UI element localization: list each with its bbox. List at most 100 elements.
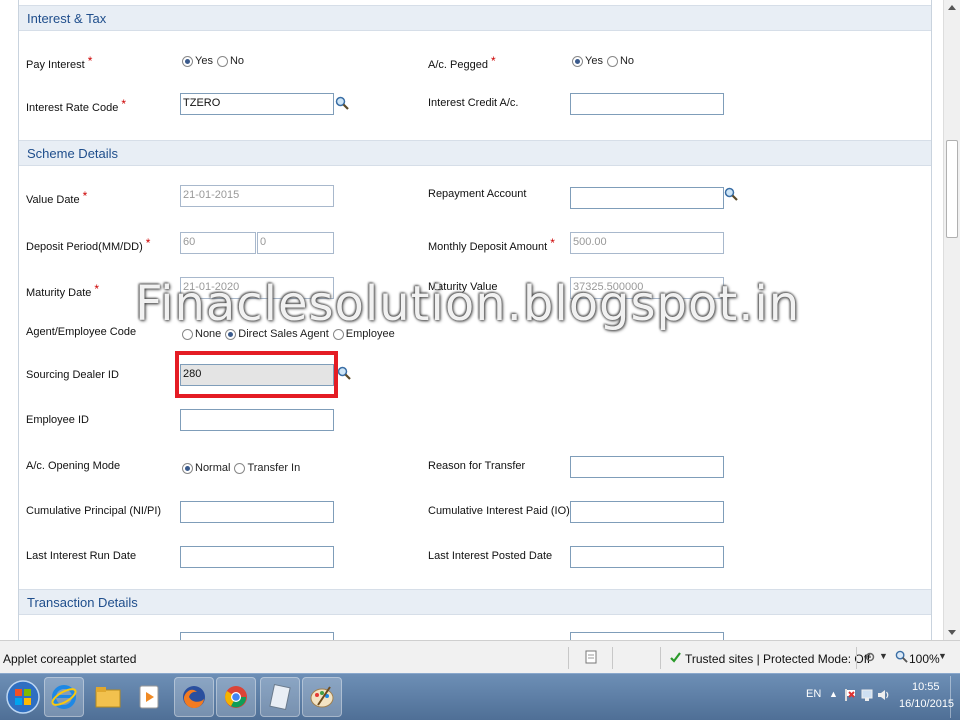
taskbar-ie-button[interactable] xyxy=(44,677,84,717)
employee-id-label: Employee ID xyxy=(26,414,89,426)
scroll-thumb[interactable] xyxy=(946,140,958,238)
agent-code-none-radio[interactable] xyxy=(182,328,193,340)
show-desktop-button[interactable] xyxy=(950,676,959,718)
network-icon[interactable] xyxy=(860,688,874,702)
status-separator xyxy=(856,647,857,669)
browser-content: Interest & Tax Pay Interest * Yes No A/c.… xyxy=(0,0,960,640)
flag-icon[interactable] xyxy=(843,688,857,702)
chrome-icon xyxy=(225,686,247,708)
pay-interest-no-radio[interactable] xyxy=(216,55,228,67)
agent-employee-code-label: Agent/Employee Code xyxy=(26,326,137,338)
maturity-value-input[interactable]: 37325.500000 xyxy=(570,277,724,299)
status-bar: Applet coreapplet started Trusted sites … xyxy=(0,640,960,673)
repayment-account-input[interactable] xyxy=(570,187,724,209)
paint-icon xyxy=(310,686,334,708)
ac-opening-mode-radio-group: Normal Transfer In xyxy=(182,462,304,474)
ac-pegged-radio-group: Yes No xyxy=(572,55,638,67)
last-interest-run-date-label: Last Interest Run Date xyxy=(26,550,137,562)
zoom-icon[interactable] xyxy=(895,650,908,663)
scroll-down-icon[interactable] xyxy=(944,624,960,640)
ac-pegged-no-radio[interactable] xyxy=(606,55,618,67)
taskbar-paint-button[interactable] xyxy=(302,677,342,717)
last-interest-posted-date-label: Last Interest Posted Date xyxy=(428,550,553,562)
pay-interest-radio-group: Yes No xyxy=(182,55,248,67)
taskbar-firefox-button[interactable] xyxy=(174,677,214,717)
tray-expand-icon[interactable]: ▲ xyxy=(829,689,838,699)
pay-interest-label: Pay Interest * xyxy=(26,54,93,71)
taskbar-notes-button[interactable] xyxy=(260,677,300,717)
search-icon[interactable] xyxy=(335,96,349,110)
value-date-input[interactable]: 21-01-2015 xyxy=(180,185,334,207)
section-title: Transaction Details xyxy=(27,595,138,610)
folder-icon xyxy=(95,687,121,708)
reason-for-transfer-input[interactable] xyxy=(570,456,724,478)
firefox-icon xyxy=(183,686,205,709)
language-indicator[interactable]: EN xyxy=(806,688,821,700)
notepad-icon xyxy=(269,683,291,711)
ac-pegged-label: A/c. Pegged * xyxy=(428,54,496,71)
search-icon[interactable] xyxy=(724,187,738,201)
chevron-down-icon[interactable]: ▼ xyxy=(879,651,888,661)
monthly-deposit-amount-label: Monthly Deposit Amount * xyxy=(428,236,555,253)
pay-interest-yes-radio[interactable] xyxy=(182,55,193,67)
status-separator xyxy=(660,647,661,669)
ac-opening-mode-label: A/c. Opening Mode xyxy=(26,460,121,472)
monthly-deposit-amount-input[interactable]: 500.00 xyxy=(570,232,724,254)
ac-pegged-yes-radio[interactable] xyxy=(572,55,583,67)
maturity-date-input[interactable]: 21-01-2020 xyxy=(180,277,334,299)
deposit-period-months-input[interactable]: 60 xyxy=(180,232,256,254)
taskbar-media-button[interactable] xyxy=(130,677,170,717)
internet-explorer-icon xyxy=(51,685,77,709)
cumulative-principal-label: Cumulative Principal (NI/PI) xyxy=(26,505,162,517)
employee-id-input[interactable] xyxy=(180,409,334,431)
zoom-level[interactable]: 100% xyxy=(909,652,940,666)
clock-date[interactable]: 16/10/2015 xyxy=(899,698,954,710)
interest-credit-ac-input[interactable] xyxy=(570,93,724,115)
sourcing-dealer-id-label: Sourcing Dealer ID xyxy=(26,369,119,381)
cumulative-interest-paid-label: Cumulative Interest Paid (IO) xyxy=(428,505,570,517)
interest-credit-ac-label: Interest Credit A/c. xyxy=(428,97,519,109)
opening-mode-transfer-in-radio[interactable] xyxy=(234,462,246,474)
scroll-up-icon[interactable] xyxy=(944,0,960,16)
section-title: Interest & Tax xyxy=(27,11,107,26)
page-margin xyxy=(0,0,18,640)
volume-icon[interactable] xyxy=(876,688,890,702)
repayment-account-label: Repayment Account xyxy=(428,188,527,200)
agent-code-employee-radio[interactable] xyxy=(332,328,344,340)
interest-rate-code-label: Interest Rate Code * xyxy=(26,97,127,114)
vertical-scrollbar[interactable] xyxy=(943,0,960,640)
opening-mode-normal-radio[interactable] xyxy=(182,462,193,474)
media-player-icon xyxy=(139,685,159,709)
chevron-down-icon[interactable]: ▼ xyxy=(938,651,947,661)
status-separator xyxy=(612,647,613,669)
start-button[interactable] xyxy=(2,675,44,719)
cumulative-principal-input[interactable] xyxy=(180,501,334,523)
taskbar: EN ▲ 10:55 16/10/2015 xyxy=(0,673,960,720)
interest-rate-code-input[interactable]: TZERO xyxy=(180,93,334,115)
transaction-input-partial[interactable] xyxy=(180,632,334,640)
last-interest-posted-date-input[interactable] xyxy=(570,546,724,568)
taskbar-explorer-button[interactable] xyxy=(88,677,128,717)
status-separator xyxy=(568,647,569,669)
search-icon[interactable] xyxy=(337,366,351,380)
maturity-date-label: Maturity Date * xyxy=(26,282,100,299)
highlight-box xyxy=(175,351,338,398)
agent-employee-code-radio-group: None Direct Sales Agent Employee xyxy=(182,328,399,340)
taskbar-chrome-button[interactable] xyxy=(216,677,256,717)
cumulative-interest-paid-input[interactable] xyxy=(570,501,724,523)
deposit-period-label: Deposit Period(MM/DD) * xyxy=(26,236,151,253)
clock-time[interactable]: 10:55 xyxy=(912,681,940,693)
settings-icon[interactable] xyxy=(864,651,876,664)
maturity-value-label: Maturity Value xyxy=(428,281,498,293)
transaction-input-partial[interactable] xyxy=(570,632,724,640)
section-transaction-details: Transaction Details xyxy=(19,589,931,615)
last-interest-run-date-input[interactable] xyxy=(180,546,334,568)
page-icon xyxy=(585,650,597,664)
security-zone[interactable]: Trusted sites | Protected Mode: Off xyxy=(685,652,870,666)
section-title: Scheme Details xyxy=(27,146,119,161)
status-message: Applet coreapplet started xyxy=(3,652,137,666)
deposit-period-days-input[interactable]: 0 xyxy=(257,232,334,254)
agent-code-direct-sales-radio[interactable] xyxy=(225,328,237,340)
section-interest-tax: Interest & Tax xyxy=(19,5,931,31)
windows-start-icon xyxy=(6,680,40,714)
